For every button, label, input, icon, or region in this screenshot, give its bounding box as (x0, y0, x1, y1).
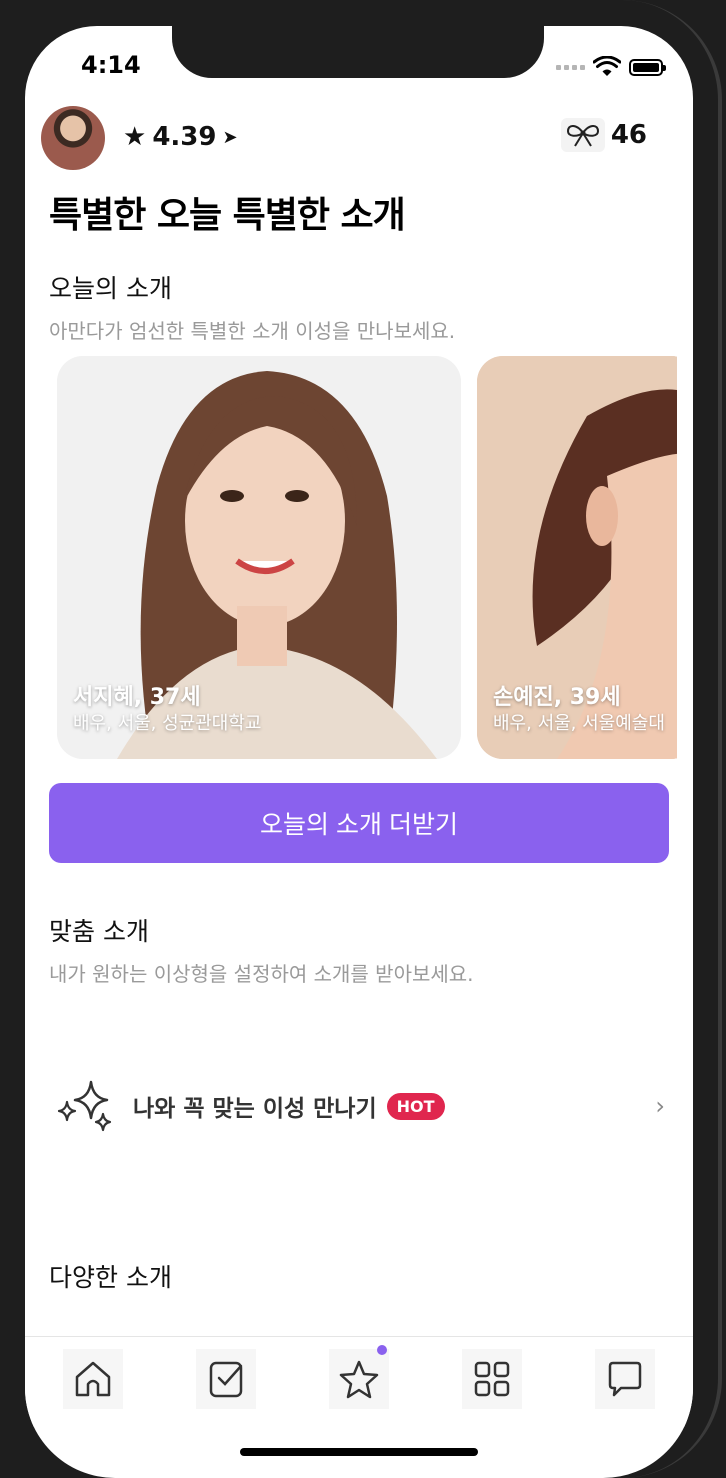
star-icon (339, 1360, 379, 1399)
hot-badge: HOT (386, 1092, 445, 1120)
card-name: 손예진, 39세 (493, 685, 621, 710)
signal-icon (556, 64, 585, 70)
device-frame: 4:14 ★ 4.39 ➤ 46 특별한 오늘 특별한 소개 오늘의 소개 아만… (0, 0, 726, 1478)
card-info: 배우, 서울, 성균관대학교 (73, 713, 262, 734)
tab-chat[interactable] (595, 1349, 655, 1409)
tab-star[interactable] (329, 1345, 389, 1409)
grid-icon (474, 1361, 510, 1397)
match-section-subtitle: 내가 원하는 이상형을 설정하여 소개를 받아보세요. (49, 962, 474, 986)
status-icons (556, 56, 666, 78)
status-time: 4:14 (81, 51, 141, 79)
chevron-right-icon: › (655, 1092, 665, 1120)
tab-check[interactable] (196, 1349, 256, 1409)
today-section-subtitle: 아만다가 엄선한 특별한 소개 이성을 만나보세요. (49, 319, 456, 343)
arrow-right-icon: ➤ (222, 126, 238, 148)
today-cards-carousel[interactable]: 서지혜, 37세 배우, 서울, 성균관대학교 손예진, 39세 배우, 서울,… (57, 356, 677, 759)
bow-icon (560, 118, 605, 152)
card-info: 배우, 서울, 서울예술대 (493, 713, 665, 734)
profile-card[interactable]: 서지혜, 37세 배우, 서울, 성균관대학교 (57, 356, 461, 759)
rating-link[interactable]: ★ 4.39 ➤ (123, 122, 238, 152)
match-intro-label: 나와 꼭 맞는 이성 만나기 (133, 1096, 377, 1122)
home-icon (75, 1361, 111, 1397)
today-section-title: 오늘의 소개 (49, 274, 172, 303)
bottom-tab-bar (25, 1336, 693, 1427)
bow-counter[interactable]: 46 (560, 118, 647, 152)
notification-dot (377, 1345, 387, 1355)
sparkles-icon (57, 1080, 112, 1132)
tab-grid[interactable] (462, 1349, 522, 1409)
check-card-icon (209, 1361, 243, 1398)
home-indicator (240, 1448, 478, 1456)
notch (172, 26, 544, 78)
match-intro-item[interactable]: 나와 꼭 맞는 이성 만나기 HOT › (55, 1078, 665, 1134)
bow-count: 46 (610, 120, 647, 150)
match-section-title: 맞춤 소개 (49, 917, 149, 946)
app-screen: 4:14 ★ 4.39 ➤ 46 특별한 오늘 특별한 소개 오늘의 소개 아만… (25, 26, 693, 1478)
profile-avatar[interactable] (41, 106, 105, 170)
star-icon: ★ (123, 122, 147, 152)
card-name: 서지혜, 37세 (73, 685, 201, 710)
tab-home[interactable] (63, 1349, 123, 1409)
various-section-title: 다양한 소개 (49, 1263, 172, 1292)
rating-value: 4.39 (152, 122, 217, 152)
battery-icon (629, 58, 666, 76)
page-title: 특별한 오늘 특별한 소개 (49, 195, 406, 236)
wifi-icon (593, 56, 621, 76)
chat-icon (608, 1361, 642, 1397)
more-intro-button[interactable]: 오늘의 소개 더받기 (49, 783, 669, 863)
profile-card[interactable]: 손예진, 39세 배우, 서울, 서울예술대 (477, 356, 677, 759)
